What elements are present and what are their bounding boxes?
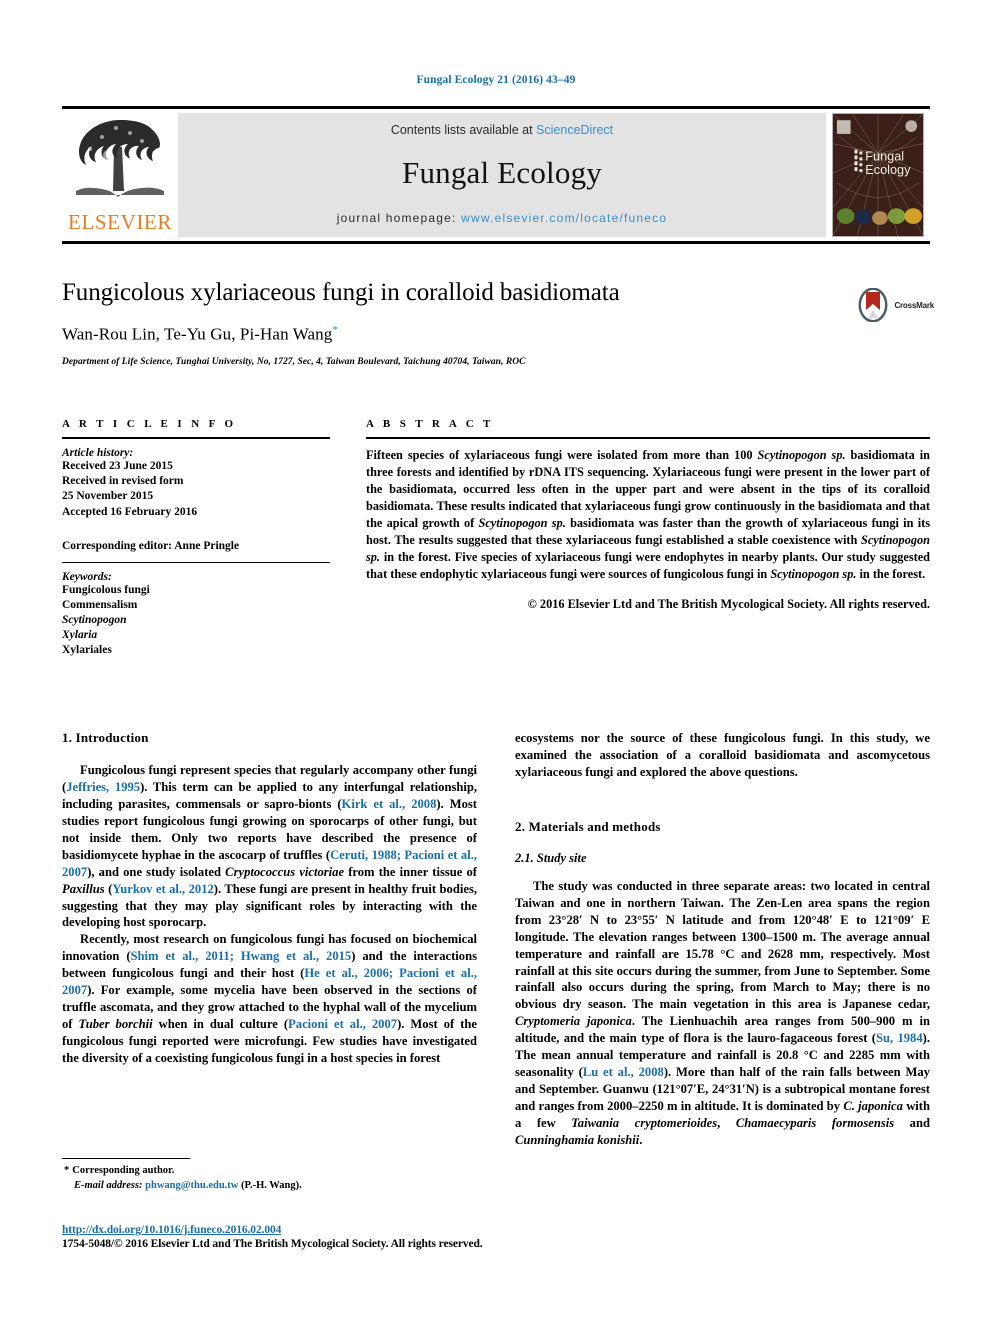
section-heading-introduction: 1. Introduction	[62, 730, 149, 745]
keyword-item: Xylariales	[62, 644, 112, 657]
keyword-item: Fungicolous fungi	[62, 583, 150, 596]
homepage-url-link[interactable]: www.elsevier.com/locate/funeco	[461, 211, 667, 225]
svg-text:Ecology: Ecology	[865, 162, 911, 177]
journal-cover-block: Fungal Ecology	[826, 113, 930, 237]
page-title: Fungicolous xylariaceous fungi in corall…	[62, 279, 620, 306]
title-area: Fungicolous xylariaceous fungi in corall…	[62, 278, 930, 367]
article-info-heading: A R T I C L E I N F O	[62, 418, 237, 430]
paper-page: Fungal Ecology 21 (2016) 43–49 ELSEVIER …	[0, 0, 992, 1323]
crossmark-label: CrossMark	[894, 300, 934, 310]
footnote-rule	[62, 1158, 190, 1159]
crossmark-icon	[858, 288, 888, 322]
contents-list-line: Contents lists available at ScienceDirec…	[391, 123, 613, 137]
crossmark-badge[interactable]: CrossMark	[856, 288, 934, 322]
journal-title: Fungal Ecology	[402, 155, 602, 190]
intro-paragraph-2: Recently, most research on fungicolous f…	[62, 932, 478, 1065]
history-line: Accepted 16 February 2016	[62, 505, 198, 518]
body-column-left: 1. Introduction Fungicolous fungi repres…	[62, 730, 477, 1149]
homepage-prefix: journal homepage:	[336, 211, 462, 225]
masthead-center: Contents lists available at ScienceDirec…	[178, 113, 826, 237]
abstract-rule	[366, 437, 930, 439]
email-label: E-mail address:	[74, 1179, 143, 1191]
cover-artwork-icon: Fungal Ecology	[833, 114, 923, 236]
running-head: Fungal Ecology 21 (2016) 43–49	[416, 74, 576, 86]
doi-link[interactable]: http://dx.doi.org/10.1016/j.funeco.2016.…	[62, 1224, 622, 1236]
author-list: Wan-Rou Lin, Te-Yu Gu, Pi-Han Wang*	[62, 324, 930, 345]
corresponding-author-marker: *	[332, 324, 338, 336]
sciencedirect-link[interactable]: ScienceDirect	[536, 123, 613, 137]
issn-copyright-line: 1754-5048/© 2016 Elsevier Ltd and The Br…	[62, 1238, 483, 1250]
email-link[interactable]: phwang@thu.edu.tw	[145, 1180, 238, 1191]
footnote-marker: *	[64, 1165, 70, 1176]
body-columns: 1. Introduction Fungicolous fungi repres…	[62, 730, 930, 1149]
subsection-heading-study-site: 2.1. Study site	[515, 850, 587, 865]
corresponding-editor: Corresponding editor: Anne Pringle	[62, 539, 240, 552]
footnote-corresponding-text: Corresponding author.	[72, 1165, 175, 1176]
history-line: 25 November 2015	[62, 490, 154, 503]
journal-masthead: ELSEVIER Contents lists available at Sci…	[62, 106, 930, 244]
intro-paragraph-1: Fungicolous fungi represent species that…	[62, 763, 478, 930]
journal-homepage-line: journal homepage: www.elsevier.com/locat…	[337, 211, 667, 225]
keyword-item: Commensalism	[62, 598, 138, 611]
footnote-email-line: E-mail address: phwang@thu.edu.tw (P.-H.…	[62, 1179, 477, 1194]
abstract-column: A B S T R A C T Fifteen species of xylar…	[366, 418, 930, 659]
abstract-heading: A B S T R A C T	[366, 418, 494, 430]
abstract-text: Fifteen species of xylariaceous fungi we…	[366, 448, 930, 581]
elsevier-wordmark: ELSEVIER	[68, 210, 172, 234]
article-history-label: Article history:	[62, 447, 134, 459]
article-info-column: A R T I C L E I N F O Article history: R…	[62, 418, 330, 659]
column-spacer	[515, 781, 930, 819]
journal-cover-thumbnail: Fungal Ecology	[832, 113, 924, 237]
info-gap	[62, 520, 330, 540]
keywords-rule	[62, 561, 330, 563]
keywords-label: Keywords:	[62, 570, 112, 583]
elsevier-tree-icon	[76, 120, 164, 197]
keyword-item: Xylaria	[62, 629, 98, 642]
abstract-copyright: © 2016 Elsevier Ltd and The British Myco…	[527, 596, 930, 611]
keyword-item: Scytinopogon	[62, 614, 127, 627]
history-line: Received 23 June 2015	[62, 460, 173, 472]
author-names: Wan-Rou Lin, Te-Yu Gu, Pi-Han Wang	[62, 324, 333, 344]
footnote-block: * Corresponding author. E-mail address: p…	[62, 1158, 477, 1193]
footnote-corresponding-author: * Corresponding author.	[62, 1164, 477, 1179]
intro-continuation-paragraph: ecosystems nor the source of these fungi…	[515, 731, 930, 779]
study-site-paragraph: The study was conducted in three separat…	[515, 878, 930, 1147]
elsevier-logo: ELSEVIER	[62, 113, 178, 237]
info-abstract-row: A R T I C L E I N F O Article history: R…	[62, 418, 930, 659]
email-suffix: (P.-H. Wang).	[241, 1179, 302, 1191]
affiliation: Department of Life Science, Tunghai Univ…	[62, 356, 526, 367]
footer-block: http://dx.doi.org/10.1016/j.funeco.2016.…	[62, 1224, 622, 1250]
section-heading-materials-methods: 2. Materials and methods	[515, 818, 661, 834]
contents-prefix: Contents lists available at	[390, 123, 537, 137]
body-column-right: ecosystems nor the source of these fungi…	[515, 730, 930, 1149]
history-line: Received in revised form	[62, 475, 184, 488]
article-info-rule	[62, 437, 330, 439]
